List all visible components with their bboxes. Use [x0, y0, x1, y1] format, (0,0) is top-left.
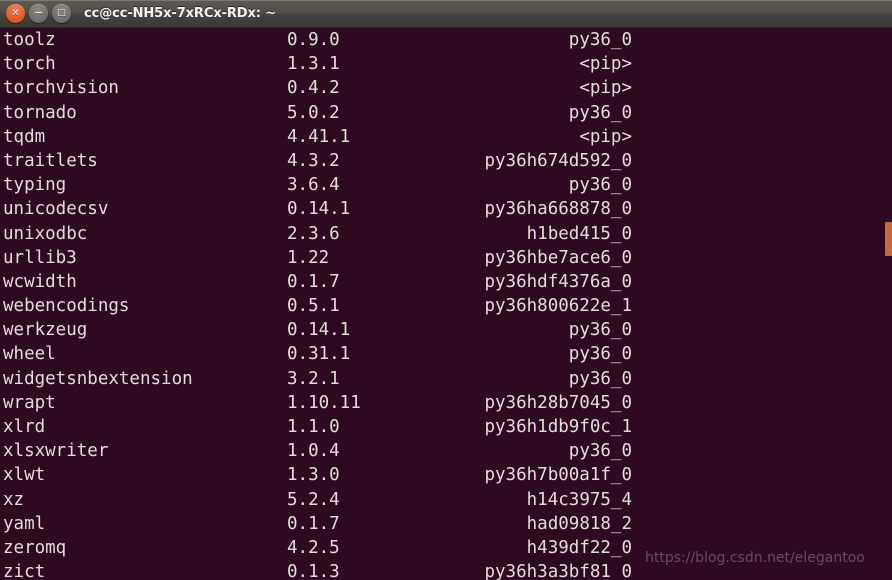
maximize-button[interactable]: □ [52, 4, 71, 23]
package-row: xz 5.2.4 h14c3975_4 [0, 488, 892, 512]
package-row: typing 3.6.4 py36_0 [0, 173, 892, 197]
package-row: xlsxwriter 1.0.4 py36_0 [0, 439, 892, 463]
terminal-screen: toolz 0.9.0 py36_0 torch 1.3.1 <pip> torchvisi… [0, 28, 892, 580]
package-row: zict 0.1.3 py36h3a3bf81_0 [0, 560, 892, 580]
terminal-window: ✕ − □ cc@cc-NH5x-7xRCx-RDx: ~ toolz 0.9.0… [0, 0, 892, 580]
package-row: tornado 5.0.2 py36_0 [0, 101, 892, 125]
package-row: zeromq 4.2.5 h439df22_0 [0, 536, 892, 560]
minimize-icon: − [33, 6, 44, 19]
package-build: h1bed415_0 [526, 223, 632, 244]
maximize-icon: □ [57, 8, 66, 18]
scrollbar-thumb[interactable] [885, 222, 892, 256]
package-build: py36h3a3bf81_0 [484, 562, 632, 580]
package-build: <pip> [579, 126, 632, 147]
package-build: py36_0 [568, 175, 632, 196]
package-row: unicodecsv 0.14.1 py36ha668878_0 [0, 197, 892, 221]
package-row: torchvision 0.4.2 <pip> [0, 76, 892, 100]
package-build: py36_0 [568, 441, 632, 462]
package-row: xlwt 1.3.0 py36h7b00a1f_0 [0, 463, 892, 487]
package-build: py36h800622e_1 [484, 296, 632, 317]
package-build: <pip> [579, 54, 632, 75]
package-build: h439df22_0 [526, 537, 632, 558]
package-row: werkzeug 0.14.1 py36_0 [0, 318, 892, 342]
package-row: tqdm 4.41.1 <pip> [0, 125, 892, 149]
close-button[interactable]: ✕ [6, 4, 25, 23]
package-row: unixodbc 2.3.6 h1bed415_0 [0, 222, 892, 246]
close-icon: ✕ [11, 8, 20, 19]
package-row: wcwidth 0.1.7 py36hdf4376a_0 [0, 270, 892, 294]
package-build: py36_0 [568, 102, 632, 123]
package-row: wheel 0.31.1 py36_0 [0, 342, 892, 366]
package-row: traitlets 4.3.2 py36h674d592_0 [0, 149, 892, 173]
package-row: torch 1.3.1 <pip> [0, 52, 892, 76]
package-build: py36h1db9f0c_1 [484, 417, 632, 437]
package-row: yaml 0.1.7 had09818_2 [0, 512, 892, 536]
terminal-content[interactable]: toolz 0.9.0 py36_0 torch 1.3.1 <pip> torchvisi… [0, 28, 892, 580]
minimize-button[interactable]: − [29, 4, 48, 23]
window-controls: ✕ − □ [0, 4, 71, 23]
package-build: py36h28b7045_0 [484, 392, 632, 413]
package-build: py36hdf4376a_0 [484, 271, 632, 292]
package-build: <pip> [579, 78, 632, 99]
window-title: cc@cc-NH5x-7xRCx-RDx: ~ [84, 6, 277, 21]
package-build: py36h7b00a1f_0 [484, 465, 632, 486]
package-build: py36h674d592_0 [484, 150, 632, 171]
package-build: py36_0 [568, 344, 632, 365]
window-titlebar: ✕ − □ cc@cc-NH5x-7xRCx-RDx: ~ [0, 0, 892, 28]
package-row: webencodings 0.5.1 py36h800622e_1 [0, 294, 892, 318]
package-row: xlrd 1.1.0 py36h1db9f0c_1 [0, 415, 892, 439]
terminal-scrollbar[interactable] [885, 28, 892, 580]
package-build: py36_0 [568, 368, 632, 389]
package-row: wrapt 1.10.11 py36h28b7045_0 [0, 391, 892, 415]
package-row: widgetsnbextension 3.2.1 py36_0 [0, 367, 892, 391]
package-build: had09818_2 [526, 513, 632, 534]
package-build: py36_0 [568, 30, 632, 50]
package-row: toolz 0.9.0 py36_0 [0, 28, 892, 52]
package-build: py36ha668878_0 [484, 199, 632, 220]
package-row: urllib3 1.22 py36hbe7ace6_0 [0, 246, 892, 270]
package-build: py36_0 [568, 320, 632, 341]
package-build: py36hbe7ace6_0 [484, 247, 632, 268]
package-build: h14c3975_4 [526, 489, 632, 510]
